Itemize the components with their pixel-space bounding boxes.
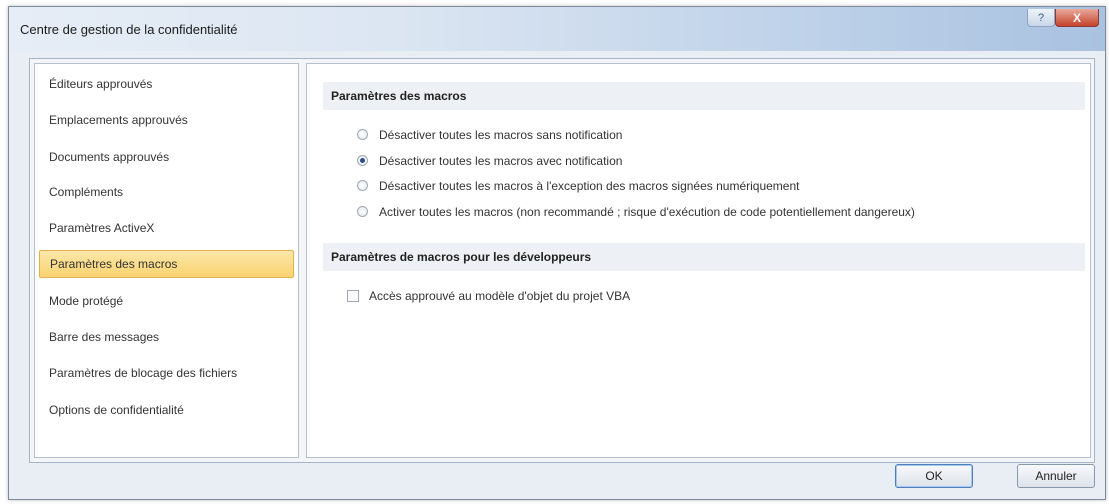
settings-panel: Paramètres des macros Désactiver toutes … (306, 63, 1091, 458)
dialog-body: Éditeurs approuvés Emplacements approuvé… (29, 58, 1095, 463)
sidebar-item-activex-settings[interactable]: Paramètres ActiveX (39, 214, 294, 242)
developer-settings-header: Paramètres de macros pour les développeu… (323, 243, 1085, 271)
sidebar-item-trusted-publishers[interactable]: Éditeurs approuvés (39, 70, 294, 98)
cancel-button[interactable]: Annuler (1017, 464, 1095, 488)
title-bar: Centre de gestion de la confidentialité … (9, 7, 1105, 51)
macro-settings-header: Paramètres des macros (323, 82, 1085, 110)
sidebar-item-trusted-documents[interactable]: Documents approuvés (39, 143, 294, 171)
sidebar-item-add-ins[interactable]: Compléments (39, 178, 294, 206)
radio-button[interactable] (357, 180, 368, 191)
sidebar-item-trusted-locations[interactable]: Emplacements approuvés (39, 106, 294, 134)
sidebar-item-privacy-options[interactable]: Options de confidentialité (39, 396, 294, 424)
sidebar-item-protected-view[interactable]: Mode protégé (39, 287, 294, 315)
help-button[interactable]: ? (1027, 9, 1055, 27)
option-label: Accès approuvé au modèle d'objet du proj… (369, 289, 631, 303)
sidebar-item-file-block-settings[interactable]: Paramètres de blocage des fichiers (39, 359, 294, 387)
radio-button-selected[interactable] (357, 155, 368, 166)
ok-button[interactable]: OK (895, 464, 973, 488)
trust-center-dialog: Centre de gestion de la confidentialité … (8, 6, 1106, 500)
option-label: Activer toutes les macros (non recommand… (379, 205, 915, 219)
sidebar: Éditeurs approuvés Emplacements approuvé… (34, 63, 299, 458)
radio-button[interactable] (357, 206, 368, 217)
option-label: Désactiver toutes les macros sans notifi… (379, 128, 623, 142)
dialog-title: Centre de gestion de la confidentialité (20, 22, 238, 37)
close-button[interactable]: X (1055, 9, 1099, 27)
sidebar-item-message-bar[interactable]: Barre des messages (39, 323, 294, 351)
radio-button[interactable] (357, 129, 368, 140)
sidebar-item-macro-settings[interactable]: Paramètres des macros (39, 250, 294, 278)
option-label: Désactiver toutes les macros avec notifi… (379, 154, 623, 168)
option-label: Désactiver toutes les macros à l'excepti… (379, 179, 800, 193)
vba-access-checkbox[interactable] (347, 290, 359, 302)
